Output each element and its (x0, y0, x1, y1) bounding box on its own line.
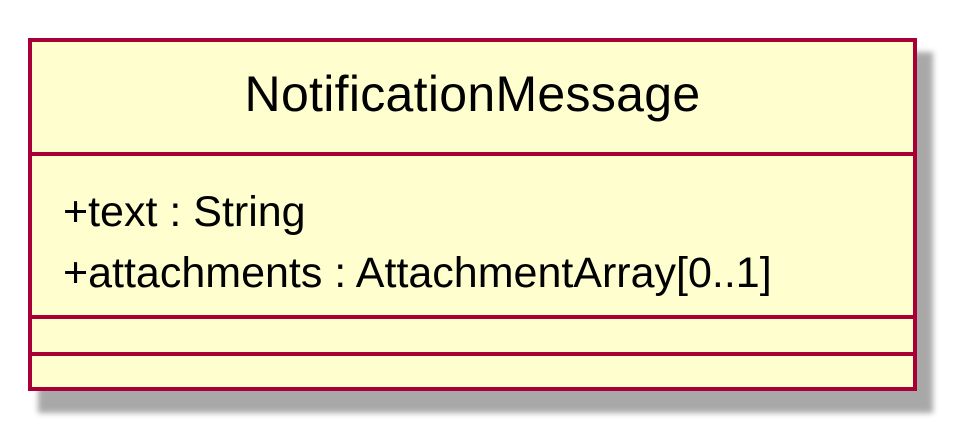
methods-compartment (32, 319, 913, 356)
attributes-compartment: +text : String +attachments : Attachment… (32, 156, 913, 319)
class-name: NotificationMessage (244, 66, 701, 122)
class-header: NotificationMessage (32, 42, 913, 156)
uml-class-notification-message[interactable]: NotificationMessage +text : String +atta… (28, 38, 917, 391)
attribute-attachments: +attachments : AttachmentArray[0..1] (63, 249, 772, 297)
extra-compartment (32, 356, 913, 387)
attribute-text: +text : String (63, 188, 306, 236)
